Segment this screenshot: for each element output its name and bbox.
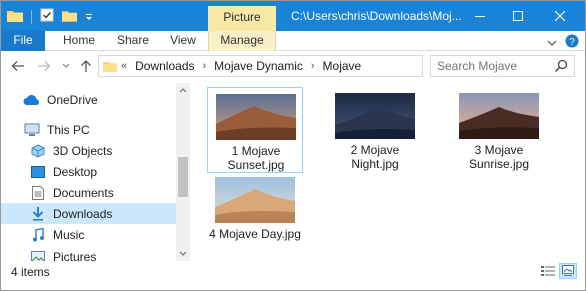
folder-icon bbox=[7, 9, 23, 25]
chevron-up-icon bbox=[179, 88, 187, 93]
properties-icon[interactable] bbox=[40, 8, 54, 25]
address-bar[interactable]: « Downloads › Mojave Dynamic › Mojave bbox=[98, 55, 517, 77]
scroll-down-button[interactable] bbox=[176, 247, 190, 261]
chevron-down-icon bbox=[62, 63, 70, 68]
status-bar: 4 items bbox=[1, 261, 585, 290]
large-icons-view-icon bbox=[562, 265, 574, 276]
sidebar-item-label: This PC bbox=[47, 122, 90, 137]
breadcrumb-overflow[interactable]: « bbox=[121, 56, 127, 76]
picture-tools-group: Picture Tools bbox=[208, 6, 276, 46]
sidebar-item-label: Desktop bbox=[53, 164, 98, 179]
image-thumbnail bbox=[216, 94, 296, 140]
svg-text:?: ? bbox=[569, 37, 575, 48]
sidebar-item-desktop[interactable]: Desktop bbox=[1, 161, 176, 182]
file-item[interactable]: 2 Mojave Night.jpg bbox=[327, 87, 423, 173]
maximize-button[interactable] bbox=[499, 1, 537, 31]
file-explorer-window: Picture Tools C:\Users\chris\Downloads\M… bbox=[0, 0, 586, 291]
forward-button[interactable] bbox=[36, 58, 52, 74]
forward-arrow-icon bbox=[38, 61, 51, 71]
file-item[interactable]: 4 Mojave Day.jpg bbox=[207, 171, 303, 257]
navigation-pane: OneDrive This PC 3D Objects Desktop Docu… bbox=[1, 83, 191, 264]
search-input[interactable] bbox=[437, 58, 549, 74]
search-icon[interactable] bbox=[554, 59, 568, 73]
breadcrumb-item-mojave[interactable]: Mojave bbox=[323, 56, 362, 76]
breadcrumb: « Downloads › Mojave Dynamic › Mojave bbox=[121, 56, 361, 76]
file-name: 2 Mojave Night.jpg bbox=[350, 143, 400, 171]
music-icon bbox=[29, 227, 47, 243]
ribbon-controls: ? bbox=[547, 34, 579, 51]
close-icon bbox=[555, 11, 565, 21]
toolbar-divider bbox=[31, 9, 32, 24]
chevron-right-icon[interactable]: › bbox=[203, 56, 207, 76]
details-view-button[interactable] bbox=[539, 263, 557, 279]
scrollbar-thumb[interactable] bbox=[178, 157, 188, 197]
folder-icon bbox=[103, 62, 117, 72]
file-name: 1 Mojave Sunset.jpg bbox=[227, 144, 285, 172]
up-arrow-icon bbox=[81, 60, 91, 72]
scroll-up-button[interactable] bbox=[176, 83, 190, 97]
sidebar-item-documents[interactable]: Documents bbox=[1, 182, 176, 203]
sidebar-item-onedrive[interactable]: OneDrive bbox=[1, 89, 176, 110]
file-item[interactable]: 1 Mojave Sunset.jpg bbox=[207, 87, 303, 173]
download-icon bbox=[29, 206, 47, 222]
sidebar-item-label: 3D Objects bbox=[53, 143, 113, 158]
sidebar-item-label: Music bbox=[53, 227, 85, 242]
breadcrumb-item-mojave-dynamic[interactable]: Mojave Dynamic bbox=[214, 56, 303, 76]
customize-toolbar-icon[interactable] bbox=[85, 10, 93, 24]
help-icon[interactable]: ? bbox=[565, 34, 579, 51]
close-button[interactable] bbox=[541, 1, 579, 31]
desktop-icon bbox=[29, 164, 47, 180]
file-name: 4 Mojave Day.jpg bbox=[209, 227, 301, 241]
new-folder-icon[interactable] bbox=[62, 9, 77, 25]
sidebar-item-this-pc[interactable]: This PC bbox=[1, 119, 176, 140]
title-bar[interactable]: Picture Tools C:\Users\chris\Downloads\M… bbox=[1, 1, 585, 46]
chevron-right-icon[interactable]: › bbox=[311, 56, 315, 76]
nav-pane-scrollbar[interactable] bbox=[176, 83, 190, 261]
minimize-button[interactable] bbox=[461, 1, 499, 31]
sidebar-item-label: Downloads bbox=[53, 206, 113, 221]
navigation-bar: « Downloads › Mojave Dynamic › Mojave bbox=[1, 52, 585, 80]
tab-home[interactable]: Home bbox=[57, 31, 101, 51]
up-button[interactable] bbox=[78, 58, 94, 74]
document-icon bbox=[29, 185, 47, 201]
sidebar-item-music[interactable]: Music bbox=[1, 224, 176, 245]
window-title: C:\Users\chris\Downloads\Moj... bbox=[291, 9, 462, 23]
minimize-icon bbox=[475, 16, 485, 17]
cube-icon bbox=[29, 143, 47, 159]
cloud-icon bbox=[23, 92, 41, 108]
file-list: 1 Mojave Sunset.jpg 2 Mojave Night.jpg 3… bbox=[197, 83, 583, 259]
computer-icon bbox=[23, 122, 41, 138]
sidebar-item-downloads[interactable]: Downloads bbox=[1, 203, 176, 224]
tab-view[interactable]: View bbox=[161, 31, 205, 51]
quick-access-toolbar bbox=[7, 8, 93, 25]
sidebar-item-3d-objects[interactable]: 3D Objects bbox=[1, 140, 176, 161]
sidebar-item-label: Documents bbox=[53, 185, 114, 200]
large-icons-view-button[interactable] bbox=[559, 263, 577, 279]
ribbon-tabs: File Home Share View Manage ? bbox=[1, 31, 585, 51]
back-button[interactable] bbox=[10, 58, 26, 74]
file-item[interactable]: 3 Mojave Sunrise.jpg bbox=[451, 87, 547, 173]
image-thumbnail bbox=[459, 93, 539, 139]
breadcrumb-item-downloads[interactable]: Downloads bbox=[135, 56, 194, 76]
tab-share[interactable]: Share bbox=[111, 31, 155, 51]
search-box[interactable] bbox=[430, 55, 575, 77]
image-thumbnail bbox=[335, 93, 415, 139]
tab-file[interactable]: File bbox=[1, 31, 45, 51]
tab-manage[interactable]: Manage bbox=[208, 31, 276, 51]
item-count: 4 items bbox=[11, 265, 50, 279]
recent-locations-button[interactable] bbox=[58, 58, 74, 74]
file-name: 3 Mojave Sunrise.jpg bbox=[468, 143, 530, 171]
back-arrow-icon bbox=[11, 61, 24, 71]
chevron-down-icon bbox=[179, 251, 187, 256]
maximize-icon bbox=[513, 11, 523, 21]
details-view-icon bbox=[541, 266, 555, 276]
expand-ribbon-icon[interactable] bbox=[547, 36, 557, 50]
image-thumbnail bbox=[215, 177, 295, 223]
sidebar-item-label: OneDrive bbox=[47, 92, 98, 107]
